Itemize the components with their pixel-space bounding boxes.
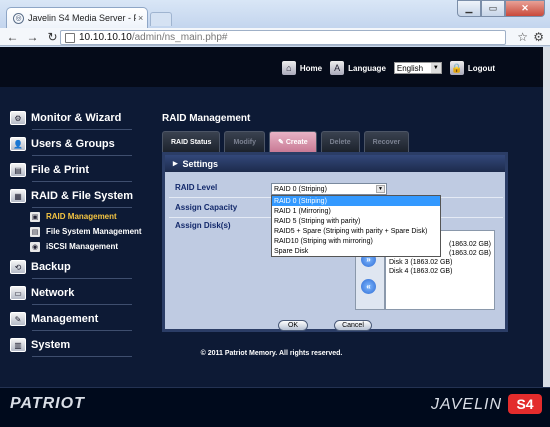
sidebar-subitem-label: File System Management: [46, 227, 142, 236]
sidebar-subitem-iscsi[interactable]: ◉ iSCSI Management: [30, 239, 150, 254]
assign-capacity-label: Assign Capacity: [175, 203, 238, 212]
chevron-right-icon: ▸: [173, 158, 183, 168]
sidebar: ⚙ Monitor & Wizard 👤 Users & Groups ▤ Fi…: [10, 105, 150, 358]
chevron-down-icon: ▼: [430, 63, 441, 73]
s4-logo: S4: [508, 394, 542, 414]
sidebar-subitem-raid-management[interactable]: ▣ RAID Management: [30, 209, 150, 224]
patriot-logo: PATRIOT: [10, 395, 85, 412]
home-link[interactable]: Home: [300, 64, 322, 73]
favicon-icon: ◎: [13, 12, 24, 24]
sidebar-subitem-label: RAID Management: [46, 212, 117, 221]
raid-icon: ▦: [10, 189, 26, 203]
wrench-icon[interactable]: ⚙: [533, 30, 544, 44]
new-tab-button[interactable]: [150, 12, 172, 26]
raid-option[interactable]: RAID10 (Striping with mirroring): [272, 236, 440, 246]
forward-icon[interactable]: →: [25, 29, 40, 44]
management-icon: ✎: [10, 312, 26, 326]
list-item[interactable]: Disk 3 (1863.02 GB): [386, 259, 494, 268]
logout-link[interactable]: Logout: [468, 64, 495, 73]
close-window-button[interactable]: ✕: [505, 0, 545, 17]
raid-option[interactable]: RAID 0 (Striping): [272, 196, 440, 206]
cancel-button[interactable]: Cancel: [334, 320, 372, 331]
tab-delete[interactable]: Delete: [320, 131, 360, 152]
raid-option[interactable]: RAID 1 (Mirroring): [272, 206, 440, 216]
sidebar-item-network[interactable]: ▭ Network: [10, 280, 150, 306]
sidebar-item-backup[interactable]: ⟲ Backup: [10, 254, 150, 280]
raid-level-label: RAID Level: [175, 183, 218, 192]
tab-modify[interactable]: Modify: [224, 131, 266, 152]
sidebar-item-label: Management: [31, 313, 99, 325]
copyright: © 2011 Patriot Memory. All rights reserv…: [200, 350, 343, 357]
raid-option[interactable]: RAID5 + Spare (Striping with parity + Sp…: [272, 226, 440, 236]
network-icon: ▭: [10, 286, 26, 300]
sidebar-item-users[interactable]: 👤 Users & Groups: [10, 131, 150, 157]
sidebar-item-label: Network: [31, 287, 75, 299]
settings-header: ▸ Settings: [165, 155, 505, 172]
create-icon: ✎: [278, 139, 286, 146]
minimize-button[interactable]: ▁: [457, 0, 481, 17]
file-system-icon: ▤: [30, 226, 40, 237]
sidebar-subitem-label: iSCSI Management: [46, 242, 119, 251]
monitor-icon: ⚙: [10, 111, 26, 125]
raid-level-dropdown: RAID 0 (Striping) RAID 1 (Mirroring) RAI…: [271, 195, 441, 257]
tab-close-icon[interactable]: ×: [138, 13, 143, 23]
tab-recover[interactable]: Recover: [363, 131, 410, 152]
settings-title: Settings: [182, 158, 219, 169]
assign-disks-label: Assign Disk(s): [175, 221, 231, 230]
users-icon: 👤: [10, 137, 26, 151]
language-select[interactable]: English ▼: [393, 62, 442, 74]
backup-icon: ⟲: [10, 260, 26, 274]
lock-icon[interactable]: 🔒: [449, 61, 464, 75]
raid-tabs: RAID Status Modify ✎ Create Delete Recov…: [162, 131, 413, 152]
move-left-button[interactable]: «: [361, 279, 376, 294]
bookmark-star-icon[interactable]: ☆: [517, 30, 528, 44]
settings-panel: ▸ Settings RAID Level Assign Capacity As…: [162, 152, 508, 332]
address-host: 10.10.10.10: [79, 32, 132, 43]
ok-button[interactable]: OK: [278, 320, 308, 331]
sidebar-item-label: Backup: [31, 261, 71, 273]
language-value: English: [396, 63, 424, 73]
raid-option[interactable]: RAID 5 (Striping with parity): [272, 216, 440, 226]
tab-raid-status[interactable]: RAID Status: [162, 131, 221, 152]
maximize-button[interactable]: ▭: [481, 0, 505, 17]
address-bar[interactable]: 10.10.10.10 /admin/ns_main.php#: [60, 30, 506, 45]
top-bar: ⌂ Home A Language English ▼ 🔒 Logout: [0, 47, 543, 87]
browser-tabstrip: ◎ Javelin S4 Media Server - P × ▁ ▭ ✕: [0, 0, 550, 28]
printer-icon: ▤: [10, 163, 26, 177]
back-icon[interactable]: ←: [5, 29, 20, 44]
page-title: RAID Management: [162, 113, 251, 124]
sidebar-item-management[interactable]: ✎ Management: [10, 306, 150, 332]
browser-toolbar: ← → ↻ 10.10.10.10 /admin/ns_main.php# ☆ …: [0, 28, 550, 46]
raid-level-select[interactable]: RAID 0 (Striping) ▼: [271, 183, 387, 195]
web-page: ⌂ Home A Language English ▼ 🔒 Logout ⚙ M…: [0, 47, 550, 427]
raid-option[interactable]: Spare Disk: [272, 246, 440, 256]
raid-submenu: ▣ RAID Management ▤ File System Manageme…: [10, 209, 150, 254]
sidebar-item-file-print[interactable]: ▤ File & Print: [10, 157, 150, 183]
home-icon[interactable]: ⌂: [281, 61, 296, 75]
page-icon: [65, 32, 75, 43]
sidebar-item-label: File & Print: [31, 164, 90, 176]
footer: PATRIOT JAVELIN S4: [0, 387, 550, 427]
sidebar-item-label: Monitor & Wizard: [31, 112, 122, 124]
sidebar-item-monitor[interactable]: ⚙ Monitor & Wizard: [10, 105, 150, 131]
reload-icon[interactable]: ↻: [45, 29, 60, 44]
raid-management-icon: ▣: [30, 211, 40, 222]
language-icon: A: [330, 61, 345, 75]
language-label: Language: [348, 63, 386, 73]
sidebar-item-label: Users & Groups: [31, 138, 115, 150]
tab-title: Javelin S4 Media Server - P: [28, 13, 136, 23]
iscsi-icon: ◉: [30, 241, 40, 252]
address-path: /admin/ns_main.php#: [131, 32, 228, 43]
sidebar-subitem-file-system[interactable]: ▤ File System Management: [30, 224, 150, 239]
chevron-down-icon: ▼: [376, 185, 385, 193]
raid-level-value: RAID 0 (Striping): [274, 185, 327, 193]
tab-create-label: Create: [285, 138, 308, 146]
javelin-logo: JAVELIN: [430, 396, 502, 413]
list-item[interactable]: Disk 4 (1863.02 GB): [386, 268, 494, 277]
sidebar-item-raid[interactable]: ▦ RAID & File System: [10, 183, 150, 209]
tab-create[interactable]: ✎ Create: [269, 131, 317, 152]
browser-tab[interactable]: ◎ Javelin S4 Media Server - P ×: [6, 7, 148, 28]
sidebar-item-label: RAID & File System: [31, 190, 134, 202]
